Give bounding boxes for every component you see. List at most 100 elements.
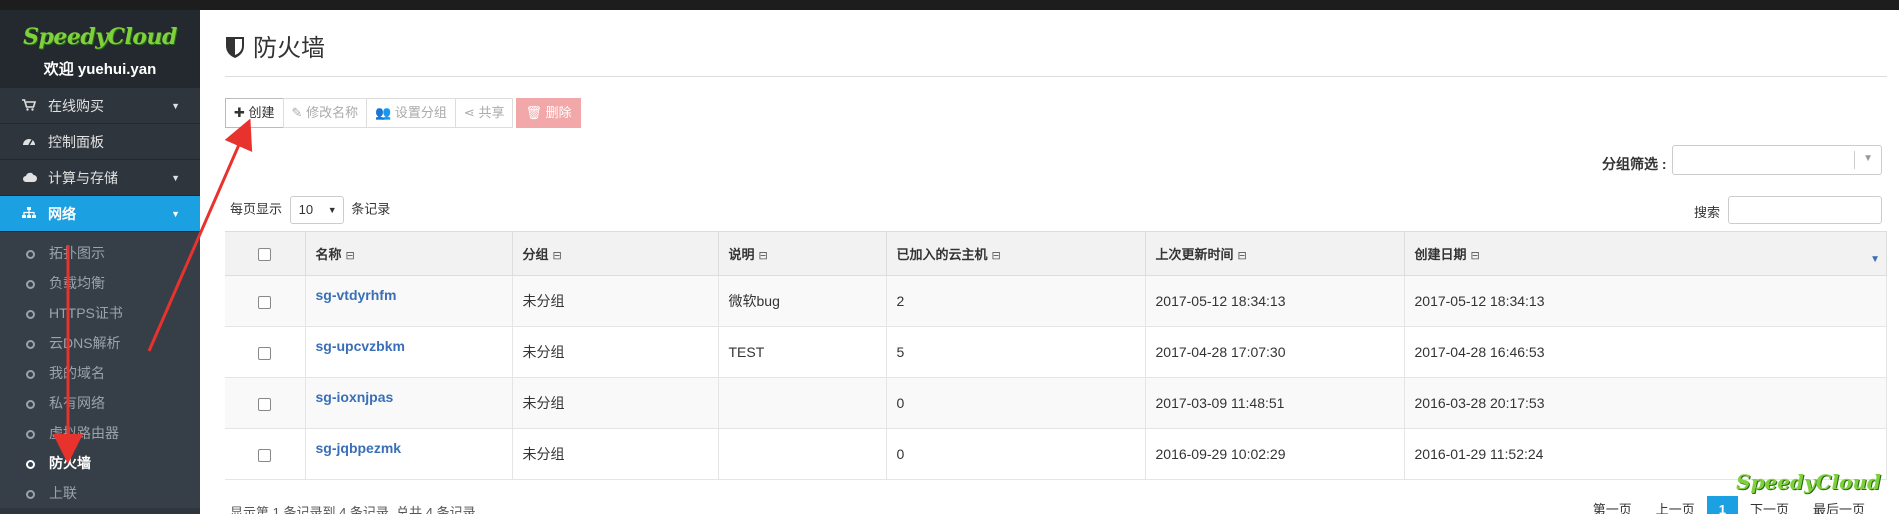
rename-button[interactable]: ✎ 修改名称 <box>282 98 368 128</box>
circle-icon <box>26 430 35 439</box>
cell-updated: 2017-04-28 17:07:30 <box>1145 326 1405 378</box>
submenu-item-my-domains[interactable]: 我的域名 <box>0 358 200 388</box>
last-page-button[interactable]: 最后一页 <box>1801 496 1877 514</box>
search-label: 搜索 <box>1694 205 1721 220</box>
divider <box>1854 151 1855 169</box>
row-select-cell <box>225 275 306 327</box>
shield-icon <box>225 35 245 66</box>
cell-description <box>718 377 887 429</box>
users-icon: 👥 <box>375 105 392 120</box>
next-page-button[interactable]: 下一页 <box>1738 496 1801 514</box>
column-header-name[interactable]: 名称 ⊟ <box>305 231 513 276</box>
share-button[interactable]: ⋖ 共享 <box>454 98 514 128</box>
row-checkbox[interactable] <box>258 448 272 462</box>
pagination: 第一页 上一页 1 下一页 最后一页 <box>1581 496 1877 514</box>
column-header-label: 分组 <box>522 247 549 262</box>
row-checkbox[interactable] <box>258 295 272 309</box>
cell-hosts: 0 <box>886 428 1146 480</box>
table-row[interactable]: sg-upcvzbkm 未分组 TEST 5 2017-04-28 17:07:… <box>225 326 1887 378</box>
delete-button[interactable]: 🗑 删除 <box>516 98 581 128</box>
per-page-prefix: 每页显示 <box>230 201 283 217</box>
submenu-item-label: 私有网络 <box>49 395 105 411</box>
submenu-item-label: 拓扑图示 <box>49 245 105 261</box>
column-header-label: 上次更新时间 <box>1155 247 1234 262</box>
sort-icon: ⊟ <box>345 250 355 262</box>
column-header-label: 说明 <box>728 247 755 262</box>
search-input[interactable] <box>1728 196 1882 224</box>
sidebar-item-network[interactable]: 网络 ▼ <box>0 196 200 232</box>
cell-created: 2017-04-28 16:46:53 <box>1404 326 1887 378</box>
prev-page-button[interactable]: 上一页 <box>1644 496 1707 514</box>
network-submenu: 拓扑图示 负载均衡 HTTPS证书 云DNS解析 我的域名 私有网络 虚拟路由器… <box>0 232 200 508</box>
sidebar-item-dashboard[interactable]: 控制面板 <box>0 124 200 160</box>
create-button[interactable]: ✚ 创建 <box>225 98 284 128</box>
submenu-item-virtual-router[interactable]: 虚拟路由器 <box>0 418 200 448</box>
page-title: 防火墙 <box>225 28 325 66</box>
column-header-group[interactable]: 分组 ⊟ <box>512 231 719 276</box>
sort-icon: ⊟ <box>552 250 562 262</box>
submenu-item-private-network[interactable]: 私有网络 <box>0 388 200 418</box>
firewall-name-link[interactable]: sg-vtdyrhfm <box>316 287 397 303</box>
table-row[interactable]: sg-jqbpezmk 未分组 0 2016-09-29 10:02:29 20… <box>225 428 1887 480</box>
table-header-row: 名称 ⊟ 分组 ⊟ 说明 ⊟ 已加入的云主机 ⊟ 上次更新时间 ⊟ 创建日期 ⊟ ▼ <box>225 231 1887 276</box>
speedycloud-logo[interactable]: SpeedyCloud <box>0 24 200 50</box>
firewall-name-link[interactable]: sg-upcvzbkm <box>316 338 405 354</box>
plus-icon: ✚ <box>234 105 245 120</box>
submenu-item-load-balancer[interactable]: 负载均衡 <box>0 268 200 298</box>
submenu-item-label: 云DNS解析 <box>49 335 121 351</box>
set-group-button[interactable]: 👥 设置分组 <box>366 98 456 128</box>
per-page-value: 10 <box>298 202 314 217</box>
cell-updated: 2016-09-29 10:02:29 <box>1145 428 1405 480</box>
firewall-name-link[interactable]: sg-jqbpezmk <box>316 440 402 456</box>
table-row[interactable]: sg-ioxnjpas 未分组 0 2017-03-09 11:48:51 20… <box>225 377 1887 429</box>
table-row[interactable]: sg-vtdyrhfm 未分组 微软bug 2 2017-05-12 18:34… <box>225 275 1887 327</box>
cell-group: 未分组 <box>512 377 719 429</box>
select-all-checkbox[interactable] <box>258 248 272 262</box>
sidebar-item-label: 网络 <box>48 206 76 222</box>
column-header-updated[interactable]: 上次更新时间 ⊟ <box>1145 231 1405 276</box>
submenu-item-label: 虚拟路由器 <box>49 425 119 441</box>
set-group-button-label: 设置分组 <box>394 105 447 120</box>
sort-icon: ⊟ <box>991 250 1001 262</box>
caret-down-icon: ▼ <box>1863 153 1873 164</box>
cell-group: 未分组 <box>512 275 719 327</box>
row-checkbox[interactable] <box>258 397 272 411</box>
first-page-button[interactable]: 第一页 <box>1581 496 1644 514</box>
page-number-button[interactable]: 1 <box>1706 496 1738 514</box>
group-filter-select[interactable]: ▼ <box>1672 145 1882 175</box>
submenu-item-label: HTTPS证书 <box>49 305 123 321</box>
submenu-item-uplink[interactable]: 上联 <box>0 478 200 508</box>
firewall-name-link[interactable]: sg-ioxnjpas <box>316 389 394 405</box>
circle-icon <box>26 280 35 289</box>
circle-icon <box>26 490 35 499</box>
per-page-select[interactable]: 10 ▼ <box>289 196 344 224</box>
create-button-label: 创建 <box>248 105 275 120</box>
circle-icon <box>26 310 35 319</box>
column-header-label: 名称 <box>315 247 342 262</box>
sidebar-item-label: 在线购买 <box>48 98 104 114</box>
submenu-item-cloud-dns[interactable]: 云DNS解析 <box>0 328 200 358</box>
submenu-item-firewall[interactable]: 防火墙 <box>0 448 200 478</box>
caret-down-icon: ▼ <box>171 173 180 183</box>
cell-name: sg-jqbpezmk <box>305 428 513 480</box>
cell-name: sg-upcvzbkm <box>305 326 513 378</box>
row-checkbox[interactable] <box>258 346 272 360</box>
caret-down-icon: ▼ <box>171 101 180 111</box>
cloud-icon <box>20 161 38 197</box>
sidebar-item-compute-storage[interactable]: 计算与存储 ▼ <box>0 160 200 196</box>
column-header-hosts[interactable]: 已加入的云主机 ⊟ <box>886 231 1146 276</box>
submenu-item-https-cert[interactable]: HTTPS证书 <box>0 298 200 328</box>
column-header-created[interactable]: 创建日期 ⊟ ▼ <box>1404 231 1887 276</box>
per-page-control: 每页显示 10 ▼ 条记录 <box>230 196 390 224</box>
sidebar-item-online-purchase[interactable]: 在线购买 ▼ <box>0 88 200 124</box>
main-content: 防火墙 ✚ 创建 ✎ 修改名称 👥 设置分组 ⋖ 共享 🗑 删除 分组筛选 : … <box>200 10 1899 514</box>
divider <box>225 76 1887 77</box>
cell-hosts: 2 <box>886 275 1146 327</box>
cell-name: sg-vtdyrhfm <box>305 275 513 327</box>
toolbar: ✚ 创建 ✎ 修改名称 👥 设置分组 ⋖ 共享 🗑 删除 <box>225 98 581 128</box>
caret-down-icon: ▼ <box>327 205 337 215</box>
share-button-label: 共享 <box>478 105 505 120</box>
circle-icon <box>26 250 35 259</box>
column-header-description[interactable]: 说明 ⊟ <box>718 231 887 276</box>
submenu-item-topology[interactable]: 拓扑图示 <box>0 238 200 268</box>
